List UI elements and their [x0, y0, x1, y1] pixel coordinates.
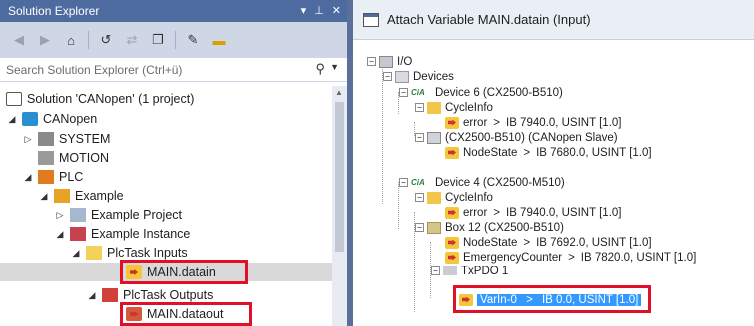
tree-item-example[interactable]: ◢ Example	[38, 187, 124, 205]
pin-icon[interactable]: ⊥	[314, 0, 324, 22]
expanded-arrow-icon[interactable]: ◢	[54, 229, 66, 240]
task-outputs-icon	[102, 288, 118, 302]
solution-explorer-title: Solution Explorer	[8, 4, 100, 18]
tree-node-io[interactable]: − I/O	[367, 54, 412, 69]
vertical-scrollbar[interactable]: ▲	[332, 86, 347, 326]
highlight-box-varin0	[453, 285, 651, 313]
sync-icon[interactable]: ⇄	[123, 31, 141, 49]
solution-tree: Solution 'CANopen' (1 project) ◢ CANopen…	[0, 86, 332, 326]
tree-item-project[interactable]: ◢ CANopen	[6, 110, 97, 128]
io-tree: − I/O − Devices − CiA Device 6 (CX2500-B…	[353, 48, 754, 326]
solution-explorer-panel: Solution Explorer ▾ ⊥ ✕ ◀ ▶ ⌂ ↺ ⇄ ❐ ✎ ▬ …	[0, 0, 347, 326]
slave-icon	[427, 131, 441, 144]
search-icon[interactable]: ⚲	[315, 61, 325, 77]
collapse-icon[interactable]: −	[415, 133, 424, 142]
scrollbar-thumb[interactable]	[335, 102, 344, 252]
attach-variable-dialog: Attach Variable MAIN.datain (Input) − I/…	[353, 0, 754, 326]
properties-icon[interactable]: ✎	[184, 31, 202, 49]
collapse-icon[interactable]: −	[415, 103, 424, 112]
plc-icon	[38, 170, 54, 184]
tree-item-motion[interactable]: MOTION	[38, 149, 109, 167]
tree-item-example-project[interactable]: ▷ Example Project	[54, 206, 182, 224]
task-inputs-icon	[86, 246, 102, 260]
tree-node-canopen-slave[interactable]: − (CX2500-B510) (CANopen Slave)	[415, 130, 618, 145]
collapse-icon[interactable]: −	[367, 57, 376, 66]
expanded-arrow-icon[interactable]: ◢	[6, 114, 18, 125]
tree-node-device6[interactable]: − CiA Device 6 (CX2500-B510)	[399, 85, 563, 100]
close-icon[interactable]: ✕	[332, 0, 341, 22]
canopen-cia-icon: CiA	[411, 87, 425, 97]
project-file-icon	[70, 208, 86, 222]
tree-item-plc[interactable]: ◢ PLC	[22, 168, 83, 186]
chevron-down-icon[interactable]: ▼	[330, 62, 339, 72]
collapse-icon[interactable]: −	[431, 266, 440, 275]
tree-leaf-emergencycounter[interactable]: EmergencyCounter > IB 7820.0, USINT [1.0…	[445, 250, 696, 265]
expanded-arrow-icon[interactable]: ◢	[38, 191, 50, 202]
tree-node-cycleinfo[interactable]: − CycleInfo	[415, 190, 493, 205]
toolbar-separator	[175, 31, 176, 49]
collapse-icon[interactable]: −	[383, 72, 392, 81]
collapse-icon[interactable]: −	[399, 88, 408, 97]
plc-project-icon	[54, 189, 70, 203]
tree-node-txpdo[interactable]: − TxPDO 1	[431, 266, 508, 275]
expanded-arrow-icon[interactable]: ◢	[70, 248, 82, 259]
window-icon	[363, 12, 379, 27]
tree-leaf-nodestate[interactable]: NodeState > IB 7680.0, USINT [1.0]	[445, 145, 652, 160]
expanded-arrow-icon[interactable]: ◢	[86, 290, 98, 301]
input-variable-icon	[445, 251, 459, 264]
dialog-titlebar: Attach Variable MAIN.datain (Input)	[353, 0, 754, 40]
tree-node-cycleinfo[interactable]: − CycleInfo	[415, 100, 493, 115]
collapsed-arrow-icon[interactable]: ▷	[22, 134, 34, 145]
instance-icon	[70, 227, 86, 241]
motion-icon	[38, 151, 54, 165]
toolbar-separator	[88, 31, 89, 49]
io-icon	[379, 55, 393, 68]
box-icon	[427, 221, 441, 234]
history-icon[interactable]: ↺	[97, 31, 115, 49]
tree-leaf-nodestate[interactable]: NodeState > IB 7692.0, USINT [1.0]	[445, 235, 652, 250]
devices-icon	[395, 70, 409, 83]
tree-item-solution[interactable]: Solution 'CANopen' (1 project)	[6, 90, 194, 108]
canopen-cia-icon: CiA	[411, 177, 425, 187]
dropdown-icon[interactable]: ▾	[301, 0, 307, 22]
tree-node-device4[interactable]: − CiA Device 4 (CX2500-M510)	[399, 175, 565, 190]
show-all-files-icon[interactable]: ❐	[149, 31, 167, 49]
system-icon	[38, 132, 54, 146]
tree-leaf-error[interactable]: error > IB 7940.0, USINT [1.0]	[445, 115, 622, 130]
highlight-box-datain	[120, 260, 248, 284]
tree-item-system[interactable]: ▷ SYSTEM	[22, 130, 110, 148]
cycleinfo-icon	[427, 101, 441, 114]
highlight-box-dataout	[120, 302, 252, 326]
project-icon	[22, 112, 38, 126]
pdo-icon	[443, 266, 457, 275]
collapse-icon[interactable]: −	[399, 178, 408, 187]
collapse-icon[interactable]: −	[415, 193, 424, 202]
input-variable-icon	[445, 206, 459, 219]
solution-explorer-toolbar: ◀ ▶ ⌂ ↺ ⇄ ❐ ✎ ▬	[0, 22, 347, 58]
input-variable-icon	[445, 146, 459, 159]
back-icon[interactable]: ◀	[10, 31, 28, 49]
collapsed-arrow-icon[interactable]: ▷	[54, 210, 66, 221]
preview-icon[interactable]: ▬	[210, 31, 228, 49]
tree-node-box12[interactable]: − Box 12 (CX2500-B510)	[415, 220, 564, 235]
input-variable-icon	[445, 116, 459, 129]
scroll-up-icon[interactable]: ▲	[335, 88, 343, 97]
solution-explorer-titlebar: Solution Explorer ▾ ⊥ ✕	[0, 0, 347, 22]
tree-leaf-error[interactable]: error > IB 7940.0, USINT [1.0]	[445, 205, 622, 220]
collapse-icon[interactable]: −	[415, 223, 424, 232]
cycleinfo-icon	[427, 191, 441, 204]
input-variable-icon	[445, 236, 459, 249]
tree-item-example-instance[interactable]: ◢ Example Instance	[54, 225, 190, 243]
search-bar: ⚲ ▼	[0, 58, 347, 82]
dialog-title: Attach Variable MAIN.datain (Input)	[387, 12, 591, 27]
search-input[interactable]	[6, 62, 306, 78]
tree-node-devices[interactable]: − Devices	[383, 69, 454, 84]
home-icon[interactable]: ⌂	[62, 31, 80, 49]
solution-icon	[6, 92, 22, 106]
forward-icon[interactable]: ▶	[36, 31, 54, 49]
expanded-arrow-icon[interactable]: ◢	[22, 172, 34, 183]
